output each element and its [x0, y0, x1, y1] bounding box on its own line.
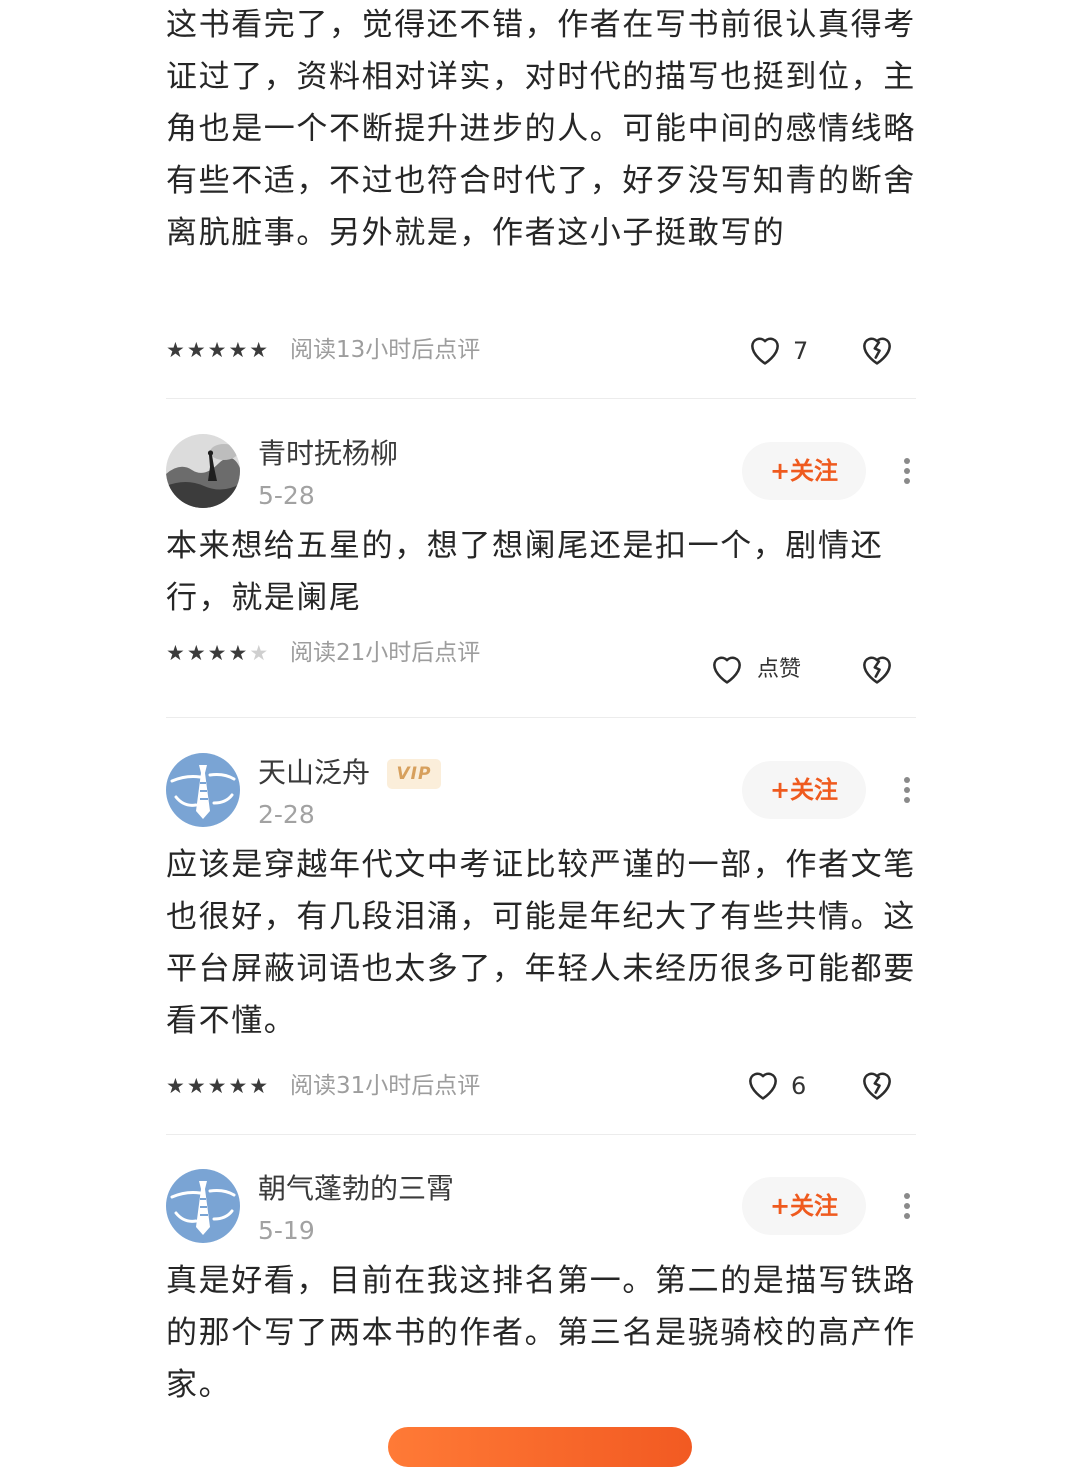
review-text[interactable]: 应该是穿越年代文中考证比较严谨的一部，作者文笔也很好，有几段泪涌，可能是年纪大了… — [166, 839, 916, 1047]
review-date: 2-28 — [258, 800, 315, 829]
like-button[interactable]: 点赞 — [708, 650, 808, 688]
dislike-button[interactable] — [858, 1066, 896, 1104]
dislike-button[interactable] — [858, 650, 896, 688]
like-button[interactable]: 7 — [746, 331, 809, 369]
read-time-note: 阅读31小时后点评 — [290, 1073, 481, 1099]
default-blue-avatar[interactable] — [166, 1169, 240, 1243]
review-date: 5-28 — [258, 481, 315, 510]
star-rating: ★★★★★ — [166, 1074, 271, 1098]
star-rating: ★★★★★ — [166, 338, 271, 362]
divider — [166, 1134, 916, 1135]
review-list: 这书看完了，觉得还不错，作者在写书前很认真得考证过了，资料相对详实，对时代的描写… — [0, 0, 1080, 1467]
username[interactable]: 天山泛舟 — [258, 755, 370, 791]
default-blue-avatar[interactable] — [166, 753, 240, 827]
heart-icon — [751, 337, 779, 365]
divider — [166, 398, 916, 399]
follow-button[interactable]: +关注 — [742, 442, 866, 500]
review-item: 这书看完了，觉得还不错，作者在写书前很认真得考证过了，资料相对详实，对时代的描写… — [166, 0, 916, 380]
review-text[interactable]: 本来想给五星的，想了想阑尾还是扣一个，剧情还行，就是阑尾 — [166, 520, 916, 624]
more-vertical-icon[interactable] — [890, 1184, 924, 1228]
follow-button[interactable]: +关注 — [742, 761, 866, 819]
read-time-note: 阅读13小时后点评 — [290, 337, 481, 363]
review-item: 天山泛舟 VIP 2-28 +关注 应该是穿越年代文中考证比较严谨的一部，作者文… — [166, 753, 916, 1123]
follow-button[interactable]: +关注 — [742, 1177, 866, 1235]
dislike-button[interactable] — [858, 331, 896, 369]
review-date: 5-19 — [258, 1216, 315, 1245]
like-label: 点赞 — [757, 657, 802, 682]
more-vertical-icon[interactable] — [890, 768, 924, 812]
review-text[interactable]: 真是好看，目前在我这排名第一。第二的是描写铁路的那个写了两本书的作者。第三名是骁… — [166, 1255, 916, 1411]
review-text[interactable]: 这书看完了，觉得还不错，作者在写书前很认真得考证过了，资料相对详实，对时代的描写… — [166, 0, 916, 259]
review-item: 青时抚杨柳 5-28 +关注 本来想给五星的，想了想阑尾还是扣一个，剧情还行，就… — [166, 434, 916, 704]
like-count: 6 — [791, 1072, 807, 1100]
username[interactable]: 青时抚杨柳 — [258, 436, 398, 472]
bottom-action-button[interactable] — [388, 1427, 692, 1467]
star-rating: ★★★★★ — [166, 641, 271, 665]
broken-heart-icon — [863, 656, 891, 684]
broken-heart-icon — [863, 337, 891, 365]
vip-badge: VIP — [387, 759, 441, 789]
broken-heart-icon — [863, 1072, 891, 1100]
like-button[interactable]: 6 — [744, 1066, 807, 1104]
heart-icon — [713, 656, 741, 684]
ink-painting-avatar[interactable] — [166, 434, 240, 508]
more-vertical-icon[interactable] — [890, 449, 924, 493]
divider — [166, 717, 916, 718]
review-item: 朝气蓬勃的三霄 5-19 +关注 真是好看，目前在我这排名第一。第二的是描写铁路… — [166, 1169, 916, 1409]
username[interactable]: 朝气蓬勃的三霄 — [258, 1171, 454, 1207]
heart-icon — [749, 1072, 777, 1100]
read-time-note: 阅读21小时后点评 — [290, 640, 481, 666]
like-count: 7 — [793, 337, 809, 365]
